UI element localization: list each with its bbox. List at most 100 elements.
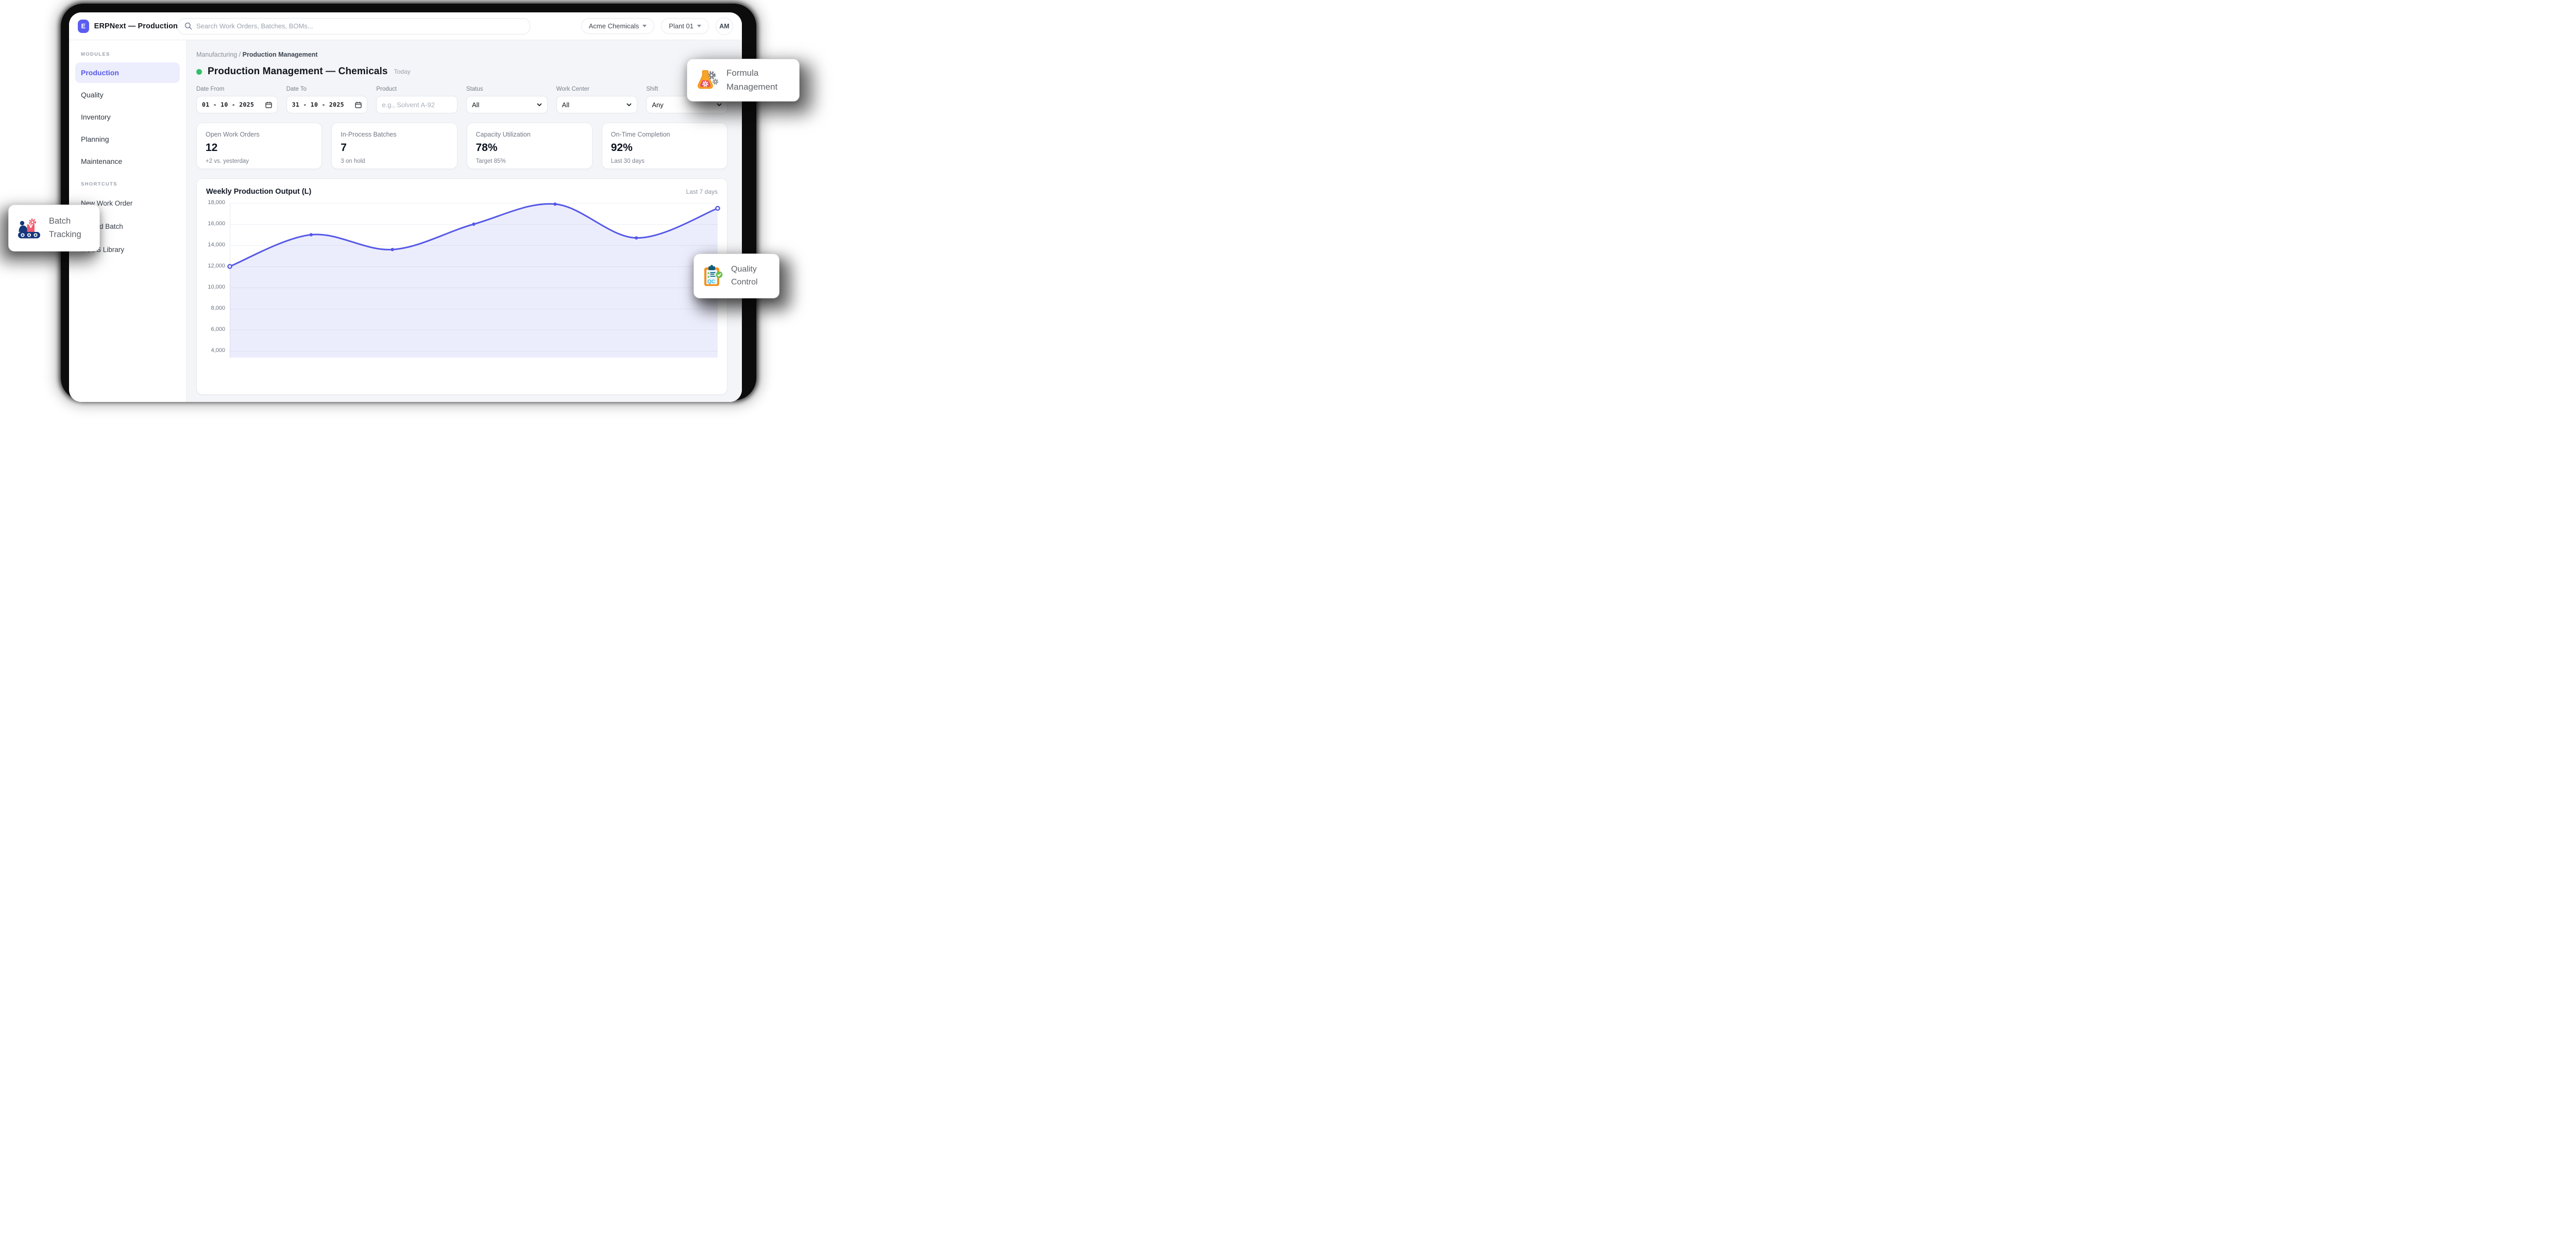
chart-plot — [230, 203, 718, 358]
sidebar-item-planning[interactable]: Planning — [75, 129, 180, 149]
status-select-value: All — [472, 101, 534, 109]
y-tick-label: 14,000 — [208, 242, 225, 248]
app-logo: E — [78, 20, 89, 33]
batch-tracking-card[interactable]: Batch Tracking — [8, 205, 100, 251]
filter-label: Work Center — [556, 86, 638, 92]
plant-selector[interactable]: Plant 01 — [661, 18, 709, 34]
kpi-value: 12 — [206, 142, 313, 154]
shift-select-value: Any — [652, 101, 714, 109]
chart-data-point — [472, 223, 475, 226]
chart-data-point — [228, 264, 231, 268]
label-line: Management — [726, 82, 777, 92]
sidebar-shortcuts-heading: SHORTCUTS — [75, 181, 180, 187]
y-tick-label: 6,000 — [211, 326, 225, 332]
filter-label: Date From — [196, 86, 278, 92]
filter-product: Product — [376, 86, 457, 113]
sidebar-item-label: Production — [81, 69, 119, 77]
caret-down-icon — [697, 25, 701, 27]
filter-bar: Date From 01 - 10 - 2025 Date To 31 - 10… — [196, 86, 727, 113]
company-selector[interactable]: Acme Chemicals — [581, 18, 655, 34]
sidebar-item-label: Quality — [81, 91, 104, 99]
chart-data-point — [635, 236, 638, 239]
label-line: Tracking — [49, 230, 81, 239]
work-center-select[interactable]: All — [556, 96, 638, 113]
date-from-input[interactable]: 01 - 10 - 2025 — [196, 96, 278, 113]
product-input[interactable] — [382, 101, 452, 109]
calendar-icon[interactable] — [355, 102, 362, 108]
chevron-down-icon — [626, 103, 632, 106]
kpi-value: 92% — [611, 142, 718, 154]
status-select[interactable]: All — [466, 96, 548, 113]
sidebar-item-label: Planning — [81, 135, 109, 143]
sidebar-item-quality[interactable]: Quality — [75, 85, 180, 105]
y-tick-label: 12,000 — [208, 263, 225, 269]
filter-date-to: Date To 31 - 10 - 2025 — [286, 86, 368, 113]
search-input[interactable] — [196, 22, 523, 30]
label-line: Control — [731, 278, 758, 287]
filter-status: Status All — [466, 86, 548, 113]
topbar-right: Acme Chemicals Plant 01 AM — [581, 18, 733, 35]
kpi-value: 7 — [341, 142, 448, 154]
avatar-initials: AM — [719, 23, 729, 30]
sidebar-item-label: Inventory — [81, 113, 111, 121]
kpi-value: 78% — [476, 142, 583, 154]
kpi-subtext: Last 30 days — [611, 158, 718, 164]
caret-down-icon — [642, 25, 647, 27]
chart-area-fill — [230, 204, 718, 358]
kpi-subtext: +2 vs. yesterday — [206, 158, 313, 164]
brand: E ERPNext — Production — [78, 20, 178, 33]
y-tick-label: 4,000 — [211, 347, 225, 354]
logo-letter: E — [81, 22, 86, 30]
filter-date-from: Date From 01 - 10 - 2025 — [196, 86, 278, 113]
global-search[interactable] — [178, 18, 530, 35]
plant-selector-label: Plant 01 — [669, 22, 693, 30]
status-dot-icon — [196, 69, 202, 75]
date-to-input[interactable]: 31 - 10 - 2025 — [286, 96, 368, 113]
breadcrumb-parent[interactable]: Manufacturing — [196, 51, 237, 58]
breadcrumb-current: Production Management — [243, 51, 318, 58]
chart-data-point — [716, 207, 719, 210]
product-input-wrap — [376, 96, 457, 113]
page-title: Production Management — Chemicals — [208, 66, 388, 77]
app-title: ERPNext — Production — [94, 22, 178, 30]
chart-y-axis: 18,00016,00014,00012,00010,0008,0006,000… — [206, 203, 230, 358]
kpi-label: In-Process Batches — [341, 131, 448, 138]
sidebar-item-maintenance[interactable]: Maintenance — [75, 151, 180, 172]
kpi-label: Open Work Orders — [206, 131, 313, 138]
quality-control-icon: QC — [702, 264, 724, 288]
kpi-row: Open Work Orders 12 +2 vs. yesterday In-… — [196, 123, 727, 169]
kpi-card-open-work-orders: Open Work Orders 12 +2 vs. yesterday — [196, 123, 322, 169]
top-bar: E ERPNext — Production Acme Chemicals Pl… — [69, 12, 742, 40]
kpi-card-capacity-utilization: Capacity Utilization 78% Target 85% — [467, 123, 592, 169]
kpi-label: On-Time Completion — [611, 131, 718, 138]
sidebar-item-production[interactable]: Production — [75, 62, 180, 83]
work-center-select-value: All — [562, 101, 624, 109]
y-tick-label: 8,000 — [211, 305, 225, 311]
filter-label: Status — [466, 86, 548, 92]
kpi-label: Capacity Utilization — [476, 131, 583, 138]
search-icon — [184, 22, 192, 30]
chart-data-point — [391, 248, 394, 251]
y-tick-label: 10,000 — [208, 284, 225, 290]
y-tick-label: 16,000 — [208, 221, 225, 227]
chevron-down-icon — [537, 103, 542, 106]
y-tick-label: 18,000 — [208, 199, 225, 206]
app-window: E ERPNext — Production Acme Chemicals Pl… — [69, 12, 742, 402]
today-badge: Today — [394, 68, 411, 75]
calendar-icon[interactable] — [265, 102, 272, 108]
batch-tracking-label: Batch Tracking — [49, 215, 81, 241]
chevron-down-icon — [717, 103, 722, 106]
quality-control-label: Quality Control — [731, 263, 758, 289]
formula-management-card[interactable]: Formula Management — [687, 59, 800, 102]
company-selector-label: Acme Chemicals — [589, 22, 639, 30]
kpi-subtext: Target 85% — [476, 158, 583, 164]
label-line: Formula — [726, 68, 758, 78]
date-from-value: 01 - 10 - 2025 — [202, 101, 262, 108]
chart-svg — [230, 203, 718, 358]
user-avatar[interactable]: AM — [716, 18, 733, 35]
sidebar-item-inventory[interactable]: Inventory — [75, 107, 180, 127]
chart-title: Weekly Production Output (L) — [206, 188, 311, 196]
sidebar-modules-heading: MODULES — [75, 52, 180, 57]
quality-control-card[interactable]: QC Quality Control — [693, 254, 779, 298]
chart-data-point — [310, 233, 313, 236]
